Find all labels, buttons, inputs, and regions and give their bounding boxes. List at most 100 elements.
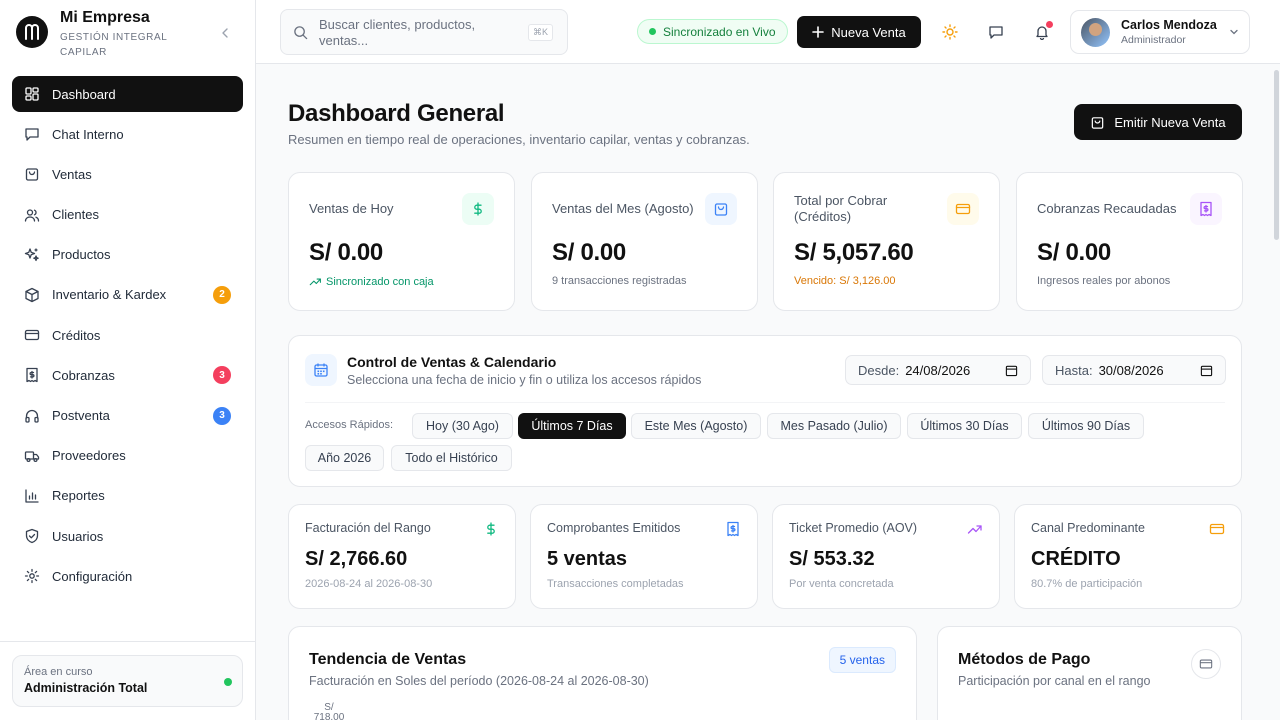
kpi-label: Ventas del Mes (Agosto) <box>552 201 694 216</box>
range-kpi-card: Facturación del Rango S/ 2,766.60 2026-0… <box>288 504 516 609</box>
sidebar-item-productos[interactable]: Productos <box>12 237 243 273</box>
dollar-icon <box>483 521 499 537</box>
kpi-value: S/ 0.00 <box>1037 239 1111 266</box>
sidebar-item-label: Postventa <box>52 408 110 423</box>
bar-chart-icon <box>24 488 40 504</box>
trend-count-badge: 5 ventas <box>828 647 896 673</box>
quick-range-chip[interactable]: Todo el Histórico <box>391 445 512 471</box>
gear-icon <box>24 568 40 584</box>
sidebar-item-dashboard[interactable]: Dashboard <box>12 76 243 112</box>
quick-range-chip[interactable]: Año 2026 <box>305 445 384 471</box>
sidebar-item-ventas[interactable]: Ventas <box>12 156 243 192</box>
sidebar-nav: Dashboard Chat Interno Ventas Clientes Produ… <box>12 76 243 598</box>
user-menu[interactable]: Carlos Mendoza Administrador <box>1070 10 1250 54</box>
quick-range-chip[interactable]: Últimos 90 Días <box>1028 413 1144 439</box>
live-dot <box>649 28 656 35</box>
range-kpi-footnote: Por venta concretada <box>789 578 894 590</box>
search-shortcut: ⌘K <box>527 24 553 41</box>
quick-range-chip[interactable]: Este Mes (Agosto) <box>631 413 761 439</box>
range-kpi-value: S/ 2,766.60 <box>305 548 408 570</box>
topbar: Buscar clientes, productos, ventas... ⌘K… <box>256 0 1280 64</box>
sidebar: Mi Empresa GESTIÓN INTEGRAL CAPILAR Dash… <box>0 0 256 720</box>
sidebar-item-postventa[interactable]: Postventa 3 <box>12 398 243 434</box>
brand[interactable]: Mi Empresa GESTIÓN INTEGRAL CAPILAR <box>16 9 180 60</box>
box-icon <box>24 287 40 303</box>
quick-range-chip[interactable]: Últimos 30 Días <box>907 413 1022 439</box>
message-icon <box>989 26 1003 39</box>
live-status-text: Sincronizado en Vivo <box>663 24 776 39</box>
range-kpi-label: Facturación del Rango <box>305 521 431 535</box>
sidebar-item-label: Chat Interno <box>52 126 124 142</box>
emit-sale-button[interactable]: Emitir Nueva Venta <box>1074 104 1242 140</box>
kpi-value: S/ 0.00 <box>552 239 626 266</box>
credit-card-icon <box>947 193 979 225</box>
truck-icon <box>24 448 40 464</box>
date-to-label: Hasta: <box>1055 362 1093 378</box>
sidebar-item-proveedores[interactable]: Proveedores <box>12 438 243 474</box>
sidebar-item-cobranzas[interactable]: Cobranzas 3 <box>12 357 243 393</box>
chevron-left-icon <box>222 28 228 38</box>
sidebar-item-label: Inventario & Kardex <box>52 287 167 303</box>
nav-count-badge: 2 <box>213 285 231 304</box>
sidebar-item-usuarios[interactable]: Usuarios <box>12 518 243 554</box>
search-placeholder: Buscar clientes, productos, ventas... <box>319 17 476 48</box>
chat-icon <box>24 126 40 142</box>
sidebar-item-reportes[interactable]: Reportes <box>12 478 243 514</box>
notifications-button[interactable] <box>1032 20 1054 42</box>
payment-methods-card: Métodos de Pago Participación por canal … <box>937 626 1242 720</box>
kpi-value: S/ 5,057.60 <box>794 239 914 266</box>
messages-button[interactable] <box>986 22 1006 42</box>
collapse-sidebar-button[interactable] <box>216 24 234 42</box>
payments-subtitle: Participación por canal en el rango <box>958 674 1151 688</box>
trending-up-icon <box>309 275 322 288</box>
payments-card-button[interactable] <box>1191 649 1221 679</box>
main-content: Dashboard General Resumen en tiempo real… <box>256 64 1280 720</box>
area-status-dot <box>224 678 232 686</box>
kpi-label: Total por Cobrar (Créditos) <box>794 193 888 224</box>
kpi-footnote: 9 transacciones registradas <box>552 275 687 287</box>
notification-dot <box>1045 20 1054 29</box>
sidebar-item-label: Proveedores <box>52 448 126 464</box>
sidebar-item-clientes[interactable]: Clientes <box>12 197 243 233</box>
live-status-badge: Sincronizado en Vivo <box>637 19 788 44</box>
kpi-footnote-text: Sincronizado con caja <box>326 275 434 288</box>
page-title: Dashboard General <box>288 100 505 127</box>
kpi-footnote-text: Ingresos reales por abonos <box>1037 275 1171 287</box>
sales-trend-card: Tendencia de Ventas Facturación en Soles… <box>288 626 917 720</box>
range-kpi-label: Ticket Promedio (AOV) <box>789 521 918 535</box>
sidebar-item-inventario-kardex[interactable]: Inventario & Kardex 2 <box>12 277 243 313</box>
new-sale-button[interactable]: Nueva Venta <box>797 16 921 48</box>
sales-control-card: Control de Ventas & Calendario Seleccion… <box>288 335 1242 487</box>
search-input[interactable]: Buscar clientes, productos, ventas... ⌘K <box>280 9 568 55</box>
sidebar-item-chat-interno[interactable]: Chat Interno <box>12 116 243 152</box>
page-scrollbar[interactable] <box>1274 70 1279 240</box>
date-to-field[interactable]: Hasta: 30/08/2026 <box>1042 355 1226 385</box>
credit-card-icon <box>1199 659 1213 669</box>
kpi-footnote-text: 9 transacciones registradas <box>552 275 687 287</box>
range-kpi-card: Comprobantes Emitidos 5 ventas Transacci… <box>530 504 758 609</box>
dashboard-icon <box>24 86 40 102</box>
search-icon <box>293 25 308 40</box>
kpi-card: Ventas del Mes (Agosto) S/ 0.00 9 transa… <box>531 172 758 311</box>
calendar-picker-icon <box>1200 365 1213 376</box>
quick-range-chip[interactable]: Últimos 7 Días <box>518 413 626 439</box>
theme-toggle-button[interactable] <box>940 22 960 42</box>
sun-icon <box>942 24 958 40</box>
sidebar-item-configuración[interactable]: Configuración <box>12 558 243 594</box>
avatar <box>1081 17 1110 47</box>
range-kpi-value: 5 ventas <box>547 548 628 570</box>
date-from-field[interactable]: Desde: 24/08/2026 <box>845 355 1031 385</box>
sidebar-item-label: Configuración <box>52 568 133 584</box>
quick-range-chip[interactable]: Hoy (30 Ago) <box>412 413 513 439</box>
range-kpi-footnote: 80.7% de participación <box>1031 578 1143 590</box>
kpi-card: Total por Cobrar (Créditos) S/ 5,057.60 … <box>773 172 1000 311</box>
control-title: Control de Ventas & Calendario <box>347 354 557 370</box>
sidebar-item-créditos[interactable]: Créditos <box>12 317 243 353</box>
user-name: Carlos Mendoza <box>1121 18 1217 32</box>
quick-range-chip[interactable]: Mes Pasado (Julio) <box>767 413 901 439</box>
credit-card-icon <box>1209 521 1225 537</box>
calendar-picker-icon <box>1005 365 1018 376</box>
sidebar-item-label: Dashboard <box>52 86 116 102</box>
chart-axis-top-label: S/ 718.00 <box>313 702 345 720</box>
kpi-footnote: Vencido: S/ 3,126.00 <box>794 275 896 287</box>
